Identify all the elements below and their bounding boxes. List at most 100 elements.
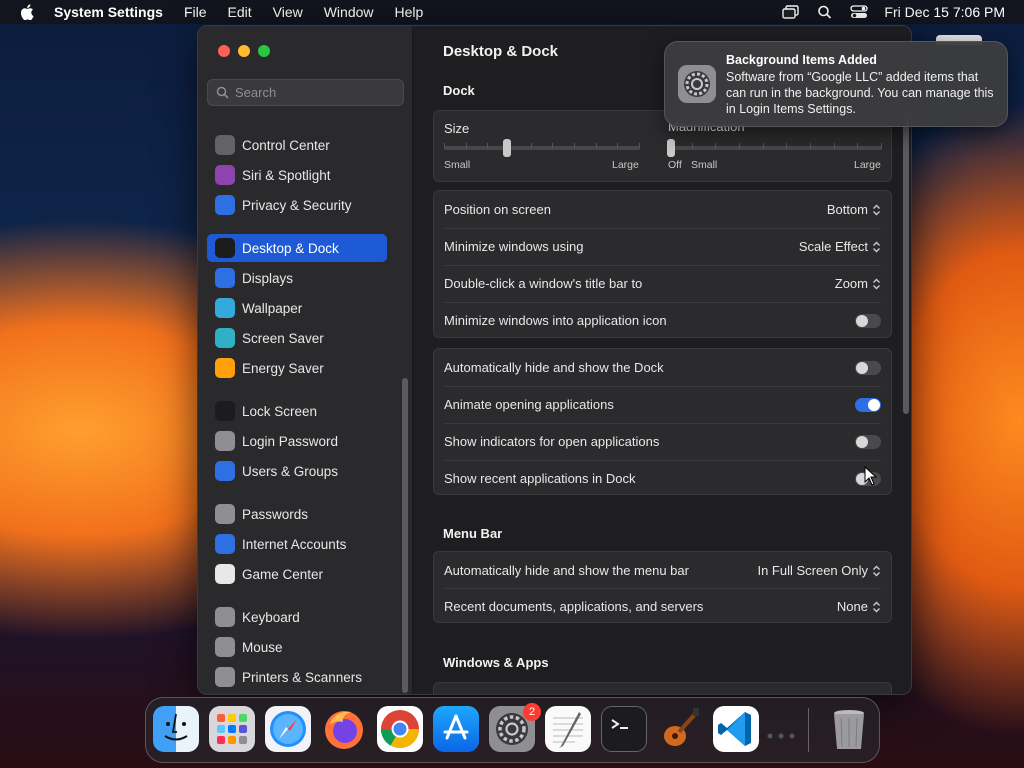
size-large-label: Large xyxy=(612,159,639,171)
sidebar-item-label: Siri & Spotlight xyxy=(242,167,331,183)
recent-docs-row: Recent documents, applications, and serv… xyxy=(444,588,881,625)
search-field[interactable] xyxy=(207,79,404,106)
sidebar-item-game-center[interactable]: Game Center xyxy=(207,560,387,588)
control-center-icon xyxy=(215,135,235,155)
sidebar-item-lock-screen[interactable]: Lock Screen xyxy=(207,397,387,425)
menu-edit[interactable]: Edit xyxy=(228,4,252,20)
sidebar-item-printers-scanners[interactable]: Printers & Scanners xyxy=(207,663,387,691)
recent-docs-popup[interactable]: None xyxy=(837,599,881,614)
keyboard-icon xyxy=(215,607,235,627)
size-label: Size xyxy=(444,121,470,136)
menu-app-name[interactable]: System Settings xyxy=(54,4,163,20)
app-store-icon[interactable] xyxy=(433,706,479,752)
sun-icon xyxy=(215,268,235,288)
indicators-toggle[interactable] xyxy=(855,434,881,449)
animate-toggle[interactable] xyxy=(855,397,881,412)
sidebar-item-screen-saver[interactable]: Screen Saver xyxy=(207,324,387,352)
sidebar-item-privacy-security[interactable]: Privacy & Security xyxy=(207,191,387,219)
magnification-slider-ticks xyxy=(668,143,882,149)
section-title-menu-bar: Menu Bar xyxy=(443,526,503,541)
screen-mirroring-icon[interactable] xyxy=(782,5,800,19)
menu-window[interactable]: Window xyxy=(324,4,374,20)
system-settings-dock-icon[interactable]: 2 xyxy=(489,703,541,752)
search-input[interactable] xyxy=(235,85,385,100)
sidebar-item-login-password[interactable]: Login Password xyxy=(207,427,387,455)
sidebar-item-label: Privacy & Security xyxy=(242,197,352,213)
sidebar-item-mouse[interactable]: Mouse xyxy=(207,633,387,661)
sidebar-item-passwords[interactable]: Passwords xyxy=(207,500,387,528)
safari-icon[interactable] xyxy=(265,706,311,752)
sidebar-item-keyboard[interactable]: Keyboard xyxy=(207,603,387,631)
sidebar-item-label: Game Center xyxy=(242,566,324,582)
spotlight-search-icon[interactable] xyxy=(816,5,834,19)
menubar-autohide-value: In Full Screen Only xyxy=(757,563,868,578)
main-scrollbar[interactable] xyxy=(903,114,909,414)
size-slider-thumb[interactable] xyxy=(502,139,511,157)
magnification-large-label: Large xyxy=(854,159,881,171)
chrome-icon[interactable] xyxy=(377,706,423,752)
users-icon xyxy=(215,461,235,481)
textedit-icon[interactable] xyxy=(545,706,591,752)
sidebar-item-label: Internet Accounts xyxy=(242,536,347,552)
section-title-windows-apps: Windows & Apps xyxy=(443,655,549,670)
menubar-autohide-popup[interactable]: In Full Screen Only xyxy=(757,563,881,578)
position-popup[interactable]: Bottom xyxy=(827,202,881,217)
position-label: Position on screen xyxy=(444,202,551,217)
vscode-icon[interactable] xyxy=(713,706,759,752)
key-icon xyxy=(215,504,235,524)
menu-view[interactable]: View xyxy=(273,4,303,20)
position-row: Position on screen Bottom xyxy=(444,191,881,228)
sidebar-item-label: Users & Groups xyxy=(242,463,339,479)
sidebar-item-label: Mouse xyxy=(242,639,283,655)
menu-help[interactable]: Help xyxy=(395,4,424,20)
sidebar-item-displays[interactable]: Displays xyxy=(207,264,387,292)
garageband-icon[interactable] xyxy=(657,706,703,752)
sidebar-item-desktop-dock[interactable]: Desktop & Dock xyxy=(207,234,387,262)
mouse-cursor-icon xyxy=(864,466,878,486)
firefox-icon[interactable] xyxy=(321,706,367,752)
dock-more-dots xyxy=(766,726,800,739)
sidebar-scrollbar[interactable] xyxy=(402,378,408,693)
auto-hide-label: Automatically hide and show the Dock xyxy=(444,360,664,375)
updown-chevron-icon xyxy=(873,204,880,215)
minimize-popup[interactable]: Scale Effect xyxy=(799,239,881,254)
trash-icon[interactable] xyxy=(826,706,872,752)
minimize-label: Minimize windows using xyxy=(444,239,584,254)
sidebar-item-users-groups[interactable]: Users & Groups xyxy=(207,457,387,485)
page-title: Desktop & Dock xyxy=(443,43,559,60)
recent-docs-label: Recent documents, applications, and serv… xyxy=(444,599,704,614)
background-items-notification[interactable]: Background Items Added Software from “Go… xyxy=(664,41,1008,127)
dock-toggles-card: Automatically hide and show the Dock Ani… xyxy=(433,348,892,495)
dock-behavior-card: Position on screen Bottom Minimize windo… xyxy=(433,190,892,338)
magnification-slider-thumb[interactable] xyxy=(667,139,675,157)
sidebar-item-control-center[interactable]: Control Center xyxy=(207,131,387,159)
minimize-window-button[interactable] xyxy=(238,45,250,57)
sidebar-item-label: Desktop & Dock xyxy=(242,240,339,256)
close-window-button[interactable] xyxy=(218,45,230,57)
control-center-menubar-icon[interactable] xyxy=(850,5,869,19)
menu-file[interactable]: File xyxy=(184,4,207,20)
sidebar-item-siri-spotlight[interactable]: Siri & Spotlight xyxy=(207,161,387,189)
minimize-icon-toggle[interactable] xyxy=(855,313,881,328)
magnification-off-label: Off xyxy=(668,159,682,171)
menubar-clock[interactable]: Fri Dec 15 7:06 PM xyxy=(884,4,1005,20)
updown-chevron-icon xyxy=(873,241,880,252)
sidebar-item-wallpaper[interactable]: Wallpaper xyxy=(207,294,387,322)
apple-icon[interactable] xyxy=(20,4,34,20)
position-value: Bottom xyxy=(826,202,868,217)
sidebar-item-label: Wallpaper xyxy=(242,300,303,316)
animate-row: Animate opening applications xyxy=(444,386,881,423)
sidebar-item-internet-accounts[interactable]: Internet Accounts xyxy=(207,530,387,558)
dock-separator xyxy=(808,708,809,752)
double-click-popup[interactable]: Zoom xyxy=(835,276,881,291)
terminal-icon[interactable] xyxy=(601,706,647,752)
siri-icon xyxy=(215,165,235,185)
launchpad-icon[interactable] xyxy=(209,706,255,752)
zoom-window-button[interactable] xyxy=(258,45,270,57)
sidebar-item-label: Keyboard xyxy=(242,609,300,625)
padlock-icon xyxy=(215,431,235,451)
section-title-dock: Dock xyxy=(443,83,475,98)
finder-icon[interactable] xyxy=(153,706,199,752)
sidebar-item-energy-saver[interactable]: Energy Saver xyxy=(207,354,387,382)
auto-hide-toggle[interactable] xyxy=(855,360,881,375)
